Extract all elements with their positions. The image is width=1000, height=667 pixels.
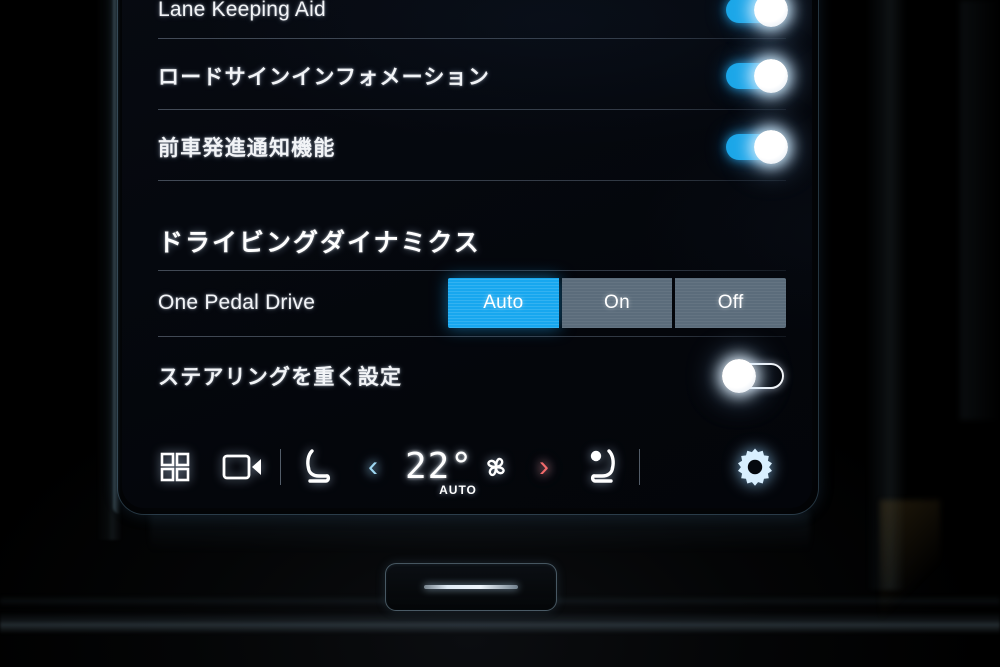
row-divider	[158, 336, 786, 337]
console-chrome-trim	[0, 612, 1000, 634]
auto-label: AUTO	[439, 483, 477, 497]
console-right-highlight	[866, 0, 906, 590]
section-title-driving-dynamics: ドライビングダイナミクス	[158, 229, 481, 257]
toggle-road-sign-information[interactable]	[726, 59, 788, 93]
settings-ui: Lane Keeping Aid ロードサインインフォメーション 前車発進通知機…	[122, 0, 812, 508]
setting-label: 前車発進通知機能	[158, 137, 336, 160]
toolbar-divider	[639, 449, 640, 485]
camera-icon[interactable]	[206, 452, 280, 482]
setting-row-heavier-steering[interactable]: ステアリングを重く設定	[158, 342, 786, 410]
fan-icon	[481, 452, 511, 482]
under-screen-glow	[150, 512, 810, 552]
segmented-control-one-pedal-drive[interactable]: Auto On Off	[448, 278, 787, 328]
row-divider	[158, 38, 786, 39]
temperature-value: 22°	[404, 446, 474, 487]
apps-grid-icon[interactable]	[144, 451, 206, 483]
temperature-display[interactable]: 22° AUTO	[395, 446, 521, 497]
driver-seat-icon[interactable]	[281, 447, 351, 487]
setting-row-lead-vehicle-start-alert[interactable]: 前車発進通知機能	[158, 113, 788, 181]
gear-icon[interactable]	[718, 448, 792, 486]
toggle-heavier-steering[interactable]	[722, 359, 786, 393]
setting-row-one-pedal-drive[interactable]: One Pedal Drive Auto On Off	[158, 274, 787, 332]
console-far-right-highlight	[960, 0, 1000, 420]
setting-label: ロードサインインフォメーション	[158, 66, 490, 89]
toggle-lane-keeping-aid[interactable]	[726, 0, 788, 27]
toggle-knob	[754, 59, 788, 93]
toggle-knob	[722, 359, 756, 393]
segment-on[interactable]: On	[561, 278, 673, 328]
climate-toolbar: ‹ 22° AUTO ›	[144, 435, 792, 499]
toggle-knob	[754, 0, 788, 27]
setting-label: Lane Keeping Aid	[158, 0, 326, 21]
setting-row-road-sign-information[interactable]: ロードサインインフォメーション	[158, 42, 788, 110]
amber-reflection	[880, 500, 940, 620]
segment-auto[interactable]: Auto	[448, 278, 559, 328]
home-hard-button[interactable]	[385, 563, 557, 611]
dashboard-photo: Lane Keeping Aid ロードサインインフォメーション 前車発進通知機…	[0, 0, 1000, 667]
toggle-lead-vehicle-start-alert[interactable]	[726, 130, 788, 164]
section-divider	[158, 270, 786, 271]
temperature-decrease-chevron-icon[interactable]: ‹	[351, 452, 395, 482]
temperature-increase-chevron-icon[interactable]: ›	[521, 452, 567, 482]
segment-off[interactable]: Off	[675, 278, 787, 328]
passenger-seat-icon[interactable]	[567, 447, 639, 487]
row-divider	[158, 180, 786, 181]
infotainment-screen: Lane Keeping Aid ロードサインインフォメーション 前車発進通知機…	[122, 0, 812, 508]
home-hard-button-bar	[424, 585, 518, 589]
toggle-knob	[754, 130, 788, 164]
setting-label: ステアリングを重く設定	[158, 366, 403, 389]
setting-label: One Pedal Drive	[158, 291, 316, 314]
row-divider	[158, 109, 786, 110]
